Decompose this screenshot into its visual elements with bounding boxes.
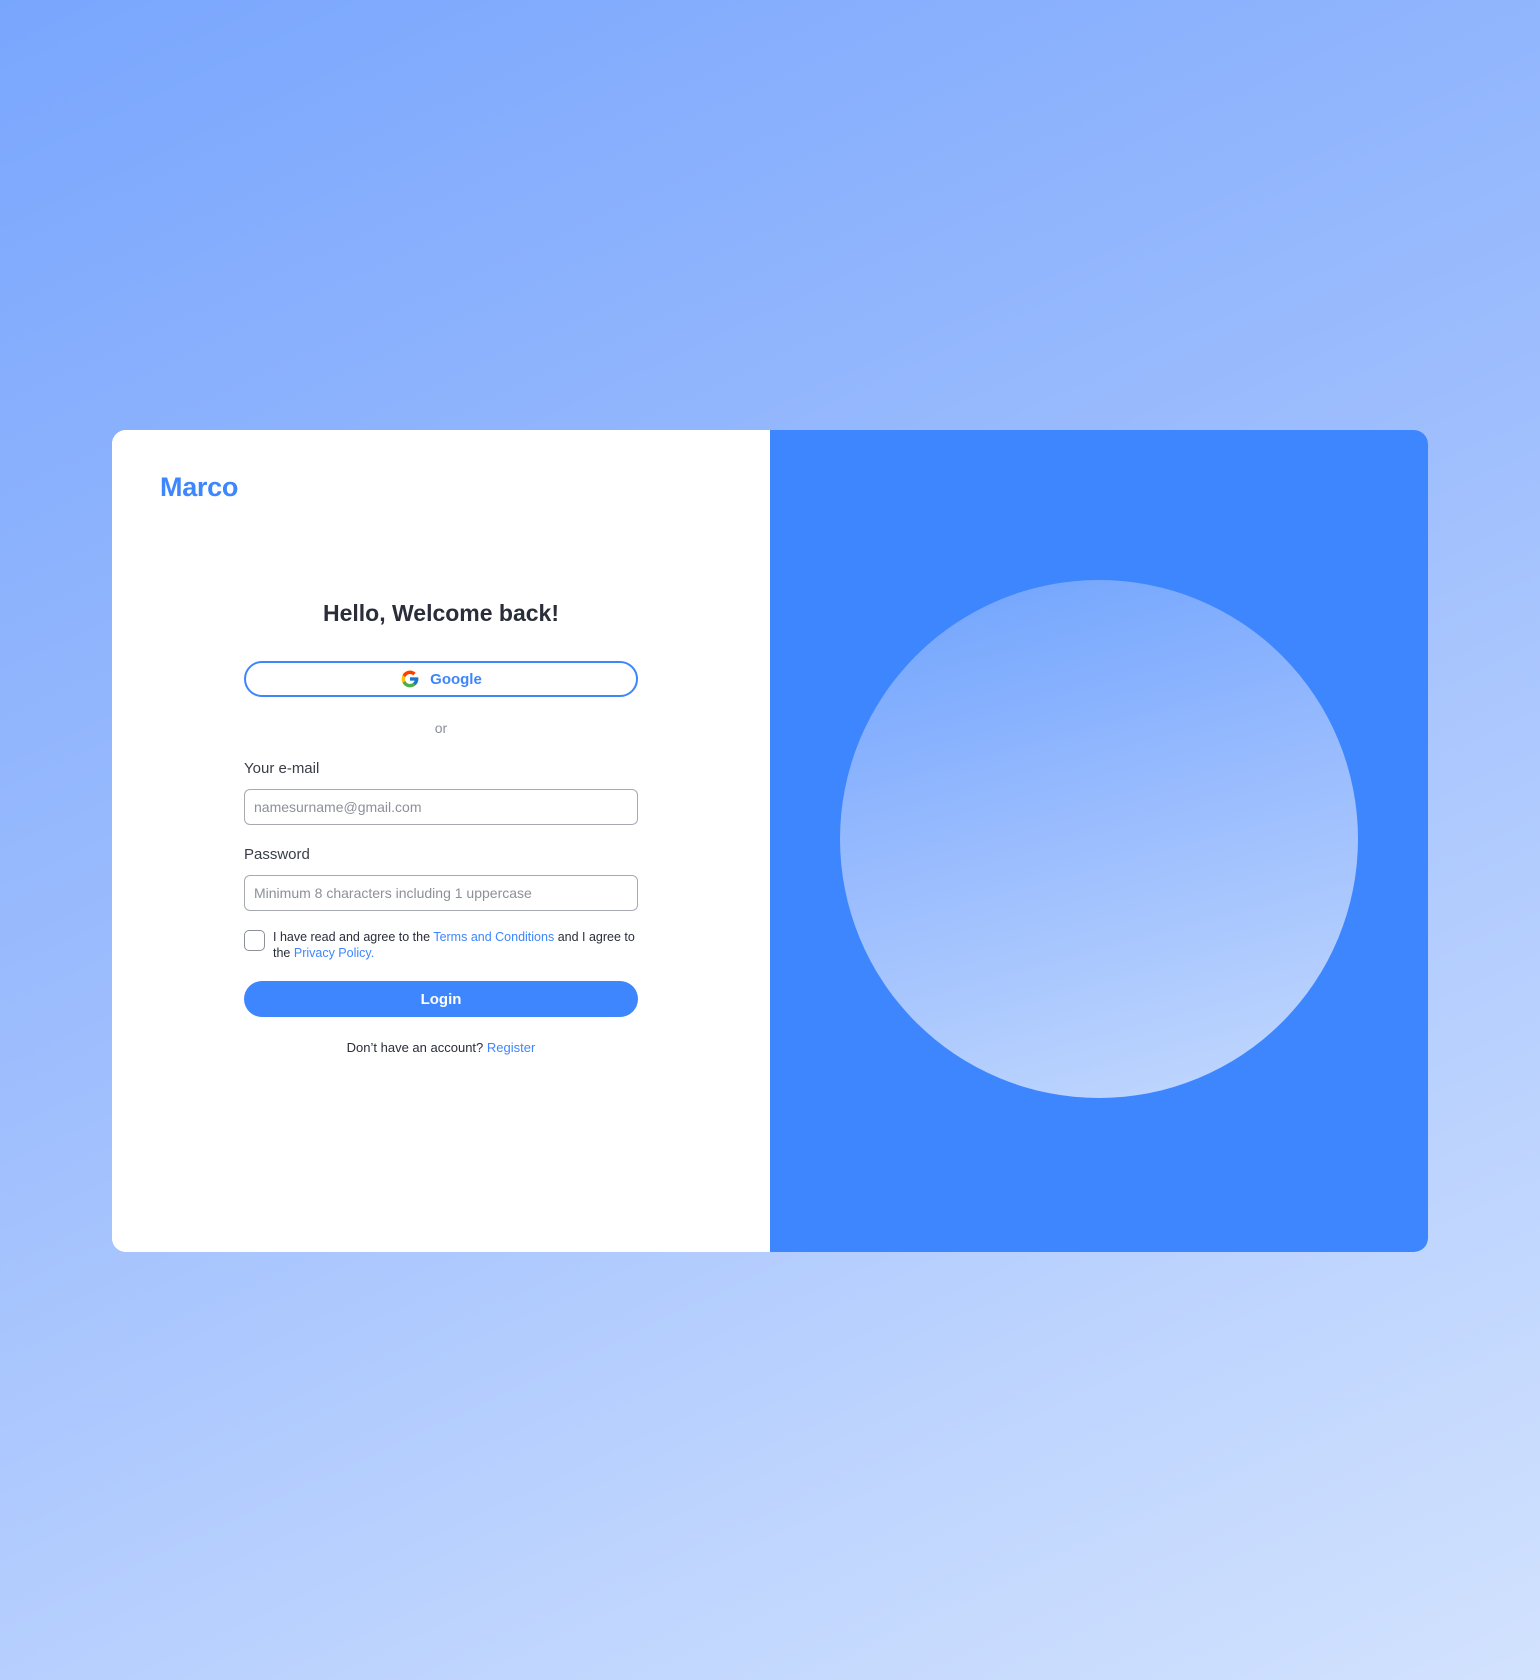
consent-text: I have read and agree to the Terms and C… xyxy=(273,929,638,961)
login-panel: Marco Hello, Welcome back! Google or You… xyxy=(112,430,770,1252)
email-field[interactable] xyxy=(244,789,638,825)
login-form: Hello, Welcome back! Google or Your e-ma… xyxy=(244,596,638,1057)
email-label: Your e-mail xyxy=(244,760,320,777)
register-prompt: Don’t have an account? xyxy=(346,1040,484,1055)
page-title: Hello, Welcome back! xyxy=(322,600,560,626)
login-button[interactable]: Login xyxy=(244,981,638,1017)
google-signin-button[interactable]: Google xyxy=(244,661,638,697)
password-field[interactable] xyxy=(244,875,638,911)
illustration-panel xyxy=(770,430,1428,1252)
google-button-label: Google xyxy=(430,670,482,688)
brand-logo[interactable]: Marco xyxy=(160,472,238,503)
terms-checkbox[interactable] xyxy=(244,930,265,951)
privacy-link[interactable]: Privacy Policy. xyxy=(294,946,374,960)
decorative-circle xyxy=(840,580,1358,1098)
register-link[interactable]: Register xyxy=(487,1040,535,1055)
consent-text-before: I have read and agree to the xyxy=(273,930,434,944)
divider-or: or xyxy=(434,720,448,736)
register-row: Don’t have an account? Register xyxy=(244,1039,638,1057)
login-card: Marco Hello, Welcome back! Google or You… xyxy=(112,430,1428,1252)
password-label: Password xyxy=(244,846,310,863)
consent-row: I have read and agree to the Terms and C… xyxy=(244,929,638,961)
terms-link[interactable]: Terms and Conditions xyxy=(433,930,554,944)
google-icon xyxy=(401,670,419,688)
